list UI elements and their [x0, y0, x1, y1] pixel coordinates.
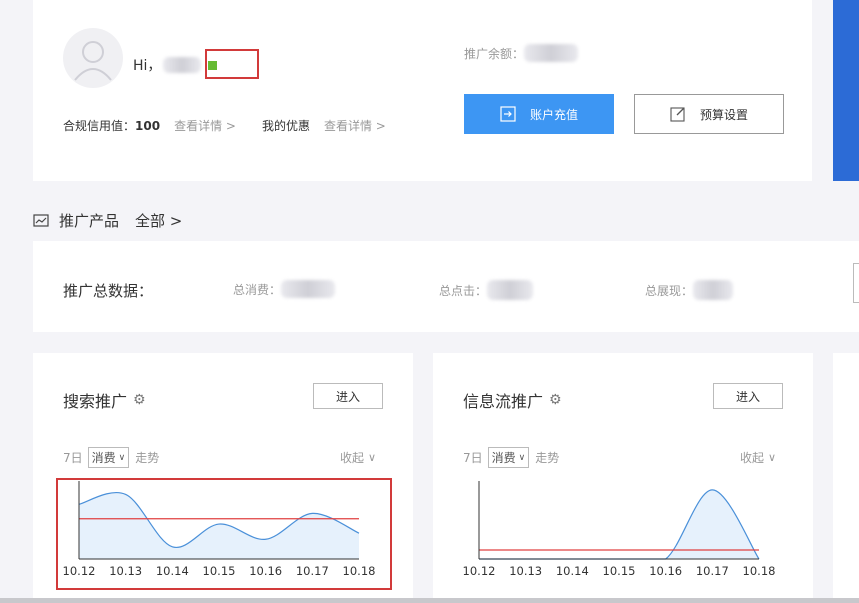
x-tick-label: 10.16: [649, 564, 682, 578]
x-tick-label: 10.15: [603, 564, 636, 578]
products-all-link[interactable]: 全部 >: [135, 210, 182, 231]
status-highlight-box: [205, 49, 259, 79]
metric-select[interactable]: 消费 ∨: [87, 447, 130, 468]
metric-select[interactable]: 消费 ∨: [487, 447, 530, 468]
x-tick-label: 10.14: [556, 564, 589, 578]
totals-more-tab[interactable]: [853, 263, 859, 303]
edit-icon: [670, 107, 685, 122]
third-card-edge: [833, 353, 859, 603]
trend-label: 走势: [135, 451, 160, 465]
totals-card: 推广总数据： 总消费： 总点击： 总展现：: [33, 241, 859, 332]
recharge-button[interactable]: 账户充值: [464, 94, 614, 134]
recharge-icon: [500, 106, 516, 122]
x-tick-label: 10.17: [696, 564, 729, 578]
credit-label: 合规信用值：: [63, 119, 136, 133]
collapse-toggle[interactable]: 收起 ∨: [340, 449, 376, 466]
total-clicks-redacted: [487, 280, 534, 300]
chart-trend-icon: [33, 213, 49, 227]
total-impressions-label: 总展现：: [645, 283, 694, 298]
totals-title: 推广总数据：: [63, 282, 154, 300]
trend-area: [479, 489, 759, 559]
account-card: Hi， 合规信用值： 100 查看详情 > 我的优惠 查看详情 > 推广余额： …: [33, 0, 812, 181]
chevron-down-icon: ∨: [768, 451, 777, 464]
search-promotion-card: 搜索推广 ⚙ 进入 7日 消费 ∨ 走势 收起 ∨ 10.12 10.13 10.1…: [33, 353, 413, 603]
horizontal-scrollbar[interactable]: [0, 598, 859, 603]
chevron-down-icon: ∨: [118, 452, 126, 463]
balance-redacted: [524, 44, 579, 62]
chevron-down-icon: ∨: [518, 452, 526, 463]
feed-promotion-card: 信息流推广 ⚙ 进入 7日 消费 ∨ 走势 收起 ∨ 10.12 10.13 10.…: [433, 353, 813, 603]
total-impressions-redacted: [693, 280, 734, 300]
gear-icon[interactable]: ⚙: [133, 392, 146, 408]
period-label: 7日: [63, 451, 83, 465]
username-redacted: [163, 57, 202, 73]
budget-settings-button[interactable]: 预算设置: [634, 94, 784, 134]
products-title: 推广产品: [59, 212, 120, 230]
feed-trend-chart: 10.12 10.13 10.14 10.15 10.16 10.17 10.18: [463, 481, 776, 578]
x-tick-label: 10.12: [463, 564, 496, 578]
card-title: 搜索推广: [63, 392, 128, 411]
chevron-down-icon: ∨: [368, 451, 377, 464]
greeting-text: Hi，: [133, 58, 162, 74]
card-title: 信息流推广: [463, 392, 544, 411]
trend-label: 走势: [535, 451, 560, 465]
collapse-toggle[interactable]: 收起 ∨: [740, 449, 776, 466]
avatar[interactable]: [63, 28, 123, 88]
chart-highlight-box: [56, 478, 392, 590]
total-spend-label: 总消费：: [233, 282, 282, 297]
offers-detail-link[interactable]: 查看详情 >: [324, 117, 386, 134]
balance-label: 推广余额：: [464, 46, 525, 61]
credit-value: 100: [135, 118, 161, 133]
total-clicks-label: 总点击：: [439, 283, 488, 298]
credit-detail-link[interactable]: 查看详情 >: [174, 117, 236, 134]
x-tick-label: 10.13: [509, 564, 542, 578]
gear-icon[interactable]: ⚙: [549, 392, 562, 408]
side-banner[interactable]: [833, 0, 859, 181]
offers-label: 我的优惠: [261, 119, 310, 133]
total-spend-redacted: [281, 280, 336, 298]
user-icon: [74, 41, 112, 81]
x-tick-label: 10.18: [743, 564, 776, 578]
enter-button[interactable]: 进入: [713, 383, 783, 409]
enter-button[interactable]: 进入: [313, 383, 383, 409]
period-label: 7日: [463, 451, 483, 465]
